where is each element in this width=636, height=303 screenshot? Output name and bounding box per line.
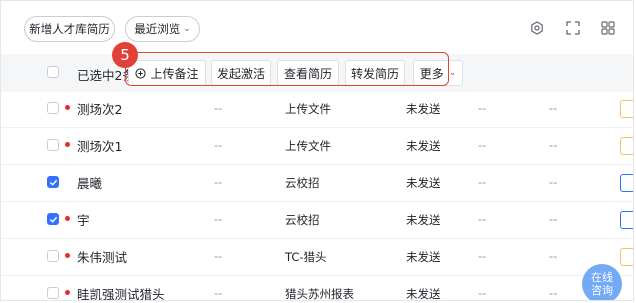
add-talent-resume-label: 新增人才库简历	[29, 22, 110, 36]
row-checkbox[interactable]	[47, 102, 59, 114]
settings-icon[interactable]	[529, 20, 545, 36]
top-toolbar: 新增人才库简历 最近浏览 ⌄	[1, 1, 633, 57]
table-row[interactable]: 朱伟测试 -- TC-猎头 未发送 -- --	[1, 239, 633, 276]
select-all-checkbox[interactable]	[47, 66, 59, 78]
row-checkbox[interactable]	[47, 287, 59, 299]
unread-dot	[65, 290, 70, 295]
source-cell: TC-猎头	[285, 250, 327, 264]
table-cell: --	[214, 286, 223, 300]
step-badge: 5	[112, 42, 138, 68]
status-cell: 未发送	[406, 139, 441, 153]
table-cell: --	[214, 249, 223, 263]
fullscreen-icon[interactable]	[565, 20, 581, 36]
source-cell: 云校招	[285, 213, 320, 227]
table-row[interactable]: 测场次2 -- 上传文件 未发送 -- --	[1, 91, 633, 128]
candidate-name[interactable]: 测场次1	[77, 136, 122, 155]
candidate-name[interactable]: 晨曦	[77, 173, 102, 192]
checkmark-icon	[49, 216, 58, 223]
recent-browse-dropdown[interactable]: 最近浏览 ⌄	[125, 16, 200, 42]
status-cell: 未发送	[406, 250, 441, 264]
table-row[interactable]: 眭凯强测试猎头 -- 猎头苏州报表 未发送 -- --	[1, 276, 633, 301]
table-cell: --	[549, 286, 558, 300]
table-cell: --	[214, 101, 223, 115]
recent-browse-label: 最近浏览	[134, 22, 181, 36]
online-consult-button[interactable]: 在线 咨询	[582, 264, 622, 300]
candidate-name[interactable]: 宇	[77, 210, 90, 229]
unread-dot	[65, 105, 70, 110]
unread-dot	[65, 253, 70, 258]
row-checkbox[interactable]	[47, 213, 59, 225]
table-cell: --	[478, 175, 487, 189]
talent-list-panel: 新增人才库简历 最近浏览 ⌄ 已选中2条 上传备注 发起激活 查看简历 转发简历 …	[0, 0, 634, 301]
table-cell: --	[214, 138, 223, 152]
add-talent-resume-button[interactable]: 新增人才库简历	[24, 16, 115, 42]
table-cell: --	[549, 138, 558, 152]
grid-view-icon[interactable]	[600, 20, 616, 36]
row-action-button[interactable]	[620, 211, 633, 229]
source-cell: 猎头苏州报表	[285, 287, 354, 301]
candidate-name[interactable]: 朱伟测试	[77, 247, 127, 266]
candidate-name[interactable]: 测场次2	[77, 99, 122, 118]
table-cell: --	[549, 175, 558, 189]
table-cell: --	[478, 286, 487, 300]
table-cell: --	[549, 101, 558, 115]
source-cell: 上传文件	[285, 102, 331, 116]
row-checkbox[interactable]	[47, 250, 59, 262]
highlight-box	[125, 52, 449, 86]
table-row[interactable]: 晨曦 -- 云校招 未发送 -- --	[1, 165, 633, 202]
online-consult-line2: 咨询	[591, 284, 613, 297]
table-cell: --	[214, 212, 223, 226]
row-action-button[interactable]	[620, 248, 633, 266]
table-cell: --	[478, 212, 487, 226]
unread-dot	[65, 216, 70, 221]
table-cell: --	[478, 249, 487, 263]
table-row[interactable]: 测场次1 -- 上传文件 未发送 -- --	[1, 128, 633, 165]
status-cell: 未发送	[406, 176, 441, 190]
candidate-name[interactable]: 眭凯强测试猎头	[77, 284, 165, 300]
table-cell: --	[549, 249, 558, 263]
row-action-button[interactable]	[620, 137, 633, 155]
table-row[interactable]: 宇 -- 云校招 未发送 -- --	[1, 202, 633, 239]
table-cell: --	[478, 101, 487, 115]
table-cell: --	[478, 138, 487, 152]
table-cell: --	[214, 175, 223, 189]
row-checkbox[interactable]	[47, 139, 59, 151]
row-action-button[interactable]	[620, 100, 633, 118]
chevron-down-icon: ⌄	[183, 24, 191, 34]
online-consult-line1: 在线	[591, 271, 613, 284]
status-cell: 未发送	[406, 287, 441, 301]
source-cell: 云校招	[285, 176, 320, 190]
row-action-button[interactable]	[620, 174, 633, 192]
status-cell: 未发送	[406, 213, 441, 227]
status-cell: 未发送	[406, 102, 441, 116]
checkmark-icon	[49, 179, 58, 186]
table-cell: --	[549, 212, 558, 226]
chevron-down-icon: ⌄	[448, 68, 457, 78]
source-cell: 上传文件	[285, 139, 331, 153]
unread-dot	[65, 142, 70, 147]
row-checkbox[interactable]	[47, 176, 59, 188]
